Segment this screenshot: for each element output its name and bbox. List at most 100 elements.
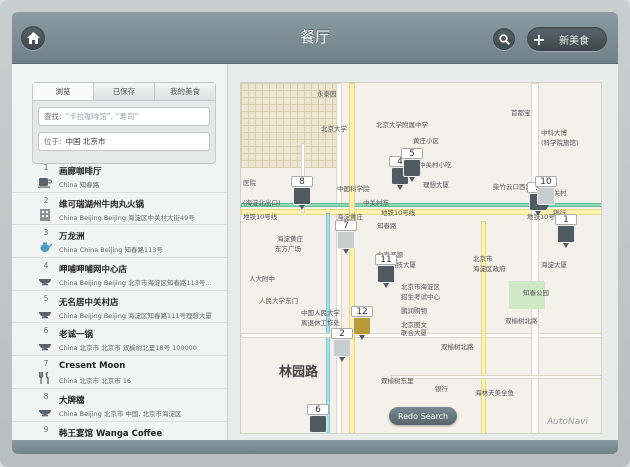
map-label: 双榆树北路 — [441, 343, 474, 351]
bowl-icon — [38, 336, 52, 351]
result-number: 8 — [43, 391, 49, 401]
map-label: 银行 — [435, 385, 448, 393]
redo-search-button[interactable]: Redo Search — [389, 407, 457, 425]
search-panel: 浏览 已保存 我的美食 查找: “卡拉咖啡馆”, “寿司” 位于: 中国 北京市 — [32, 82, 216, 164]
map-pin-5[interactable]: 5 — [401, 148, 423, 183]
app-header: 餐厅 + 新美食 — [12, 12, 618, 64]
bowl-icon — [38, 304, 52, 319]
result-number: 6 — [43, 326, 49, 336]
map-pin-6[interactable]: 6 — [307, 404, 329, 433]
search-button[interactable] — [493, 28, 515, 50]
result-row[interactable]: 3 万龙洲 China China Beijing 知春路113号 — [12, 225, 227, 259]
find-input[interactable]: 查找: “卡拉咖啡馆”, “寿司” — [38, 107, 210, 126]
result-number: 9 — [43, 424, 49, 434]
coffee-icon — [38, 173, 52, 188]
map-label: 海淀黄庄 — [277, 235, 303, 243]
result-row[interactable]: 1 画廊咖啡厅 China 知春路 — [12, 160, 227, 193]
bottom-bar — [12, 440, 618, 454]
map-pin-7[interactable]: 7 — [335, 220, 357, 255]
result-address: China Beijing Beijing 海淀区知春路111号理想大厦 — [59, 311, 212, 320]
map-view[interactable]: 永泰园 北京大学附属中学 黄庄小区 中科大博 (科学院旅馆) 首都宝 北京大学 … — [240, 82, 602, 434]
map-road — [391, 375, 601, 379]
tab-saved[interactable]: 已保存 — [94, 83, 155, 100]
map-pin-1[interactable]: 1 — [555, 214, 577, 249]
map-label: 中关村东 — [363, 199, 389, 207]
result-row[interactable]: 5 无名居中关村店 China Beijing Beijing 海淀区知春路111号… — [12, 291, 227, 324]
find-label: 查找: — [44, 112, 62, 121]
map-label: 联合大厦 — [401, 329, 427, 337]
pin-number: 10 — [535, 176, 557, 187]
map-label: 北京大学 — [321, 125, 347, 133]
pin-badge — [377, 265, 395, 283]
map-label: 理想大厦 — [423, 181, 449, 189]
result-row[interactable]: 9 韩王宴馆 Wanga Coffee — [12, 422, 227, 440]
pin-number: 7 — [335, 220, 357, 231]
teapot-icon — [38, 238, 53, 253]
result-row[interactable]: 6 老诚一锅 China 北京市 北京市 双榆树北里18号 100000 — [12, 323, 227, 357]
result-row[interactable]: 2 维可瑞湖州牛肉丸火锅 China Beijing Beijing 海淀区中关村大… — [12, 193, 227, 226]
search-icon — [498, 33, 510, 45]
map-label: (海淀北出口) — [243, 199, 281, 207]
result-name: 万龙洲 — [59, 232, 85, 243]
result-row[interactable]: 4 呷哺呷哺网中心店 China Beijing Beijing 北京市海淀区知春路… — [12, 258, 227, 291]
tab-my-food[interactable]: 我的美食 — [155, 83, 215, 100]
new-food-button[interactable]: + 新美食 — [527, 27, 607, 51]
map-label: 黄庄小区 — [413, 137, 439, 145]
map-label: 中关村小吃 — [419, 161, 452, 169]
map-label: 首都宝 — [511, 109, 531, 117]
pin-number: 6 — [307, 404, 329, 415]
map-label: 海淀区政府 — [473, 265, 506, 273]
result-number: 7 — [43, 359, 49, 369]
map-label: 地铁10号线 — [243, 213, 278, 221]
new-food-label: 新美食 — [559, 35, 589, 47]
map-attribution: AutoNavi — [547, 417, 588, 427]
utensils-icon — [38, 369, 52, 385]
search-tabs: 浏览 已保存 我的美食 — [33, 83, 215, 101]
map-label: 中国科学院 — [337, 185, 370, 193]
result-address: China Beijing 北京市 中国, 北京市海淀区 — [59, 409, 182, 418]
result-number: 3 — [43, 228, 49, 238]
pin-badge — [557, 225, 575, 243]
map-label: 东方广场 — [275, 245, 301, 253]
find-placeholder: “卡拉咖啡馆”, “寿司” — [65, 112, 139, 121]
map-label: (科学院旅馆) — [541, 139, 579, 147]
result-name: 韩王宴馆 Wanga Coffee — [59, 428, 163, 439]
map-pin-10[interactable]: 10 — [535, 176, 557, 211]
pin-badge — [353, 317, 371, 335]
result-name: 无名居中关村店 — [59, 297, 119, 308]
map-label: 永泰园 — [317, 90, 337, 98]
result-name: 老诚一锅 — [59, 330, 94, 341]
map-label: 北京市 — [473, 255, 493, 263]
location-input[interactable]: 位于: 中国 北京市 — [38, 132, 210, 151]
location-label: 位于: — [44, 137, 62, 146]
building-icon — [38, 206, 52, 221]
result-number: 1 — [43, 163, 49, 172]
map-label: 地铁10号线 — [381, 209, 416, 217]
map-label: 人民大学东门 — [259, 297, 298, 305]
pin-number: 12 — [351, 306, 373, 317]
bowl-icon — [38, 271, 52, 286]
map-label: 医院 — [243, 179, 256, 187]
map-pin-12[interactable]: 12 — [351, 306, 373, 341]
result-address: China 北京市 北京市 双榆树北里18号 100000 — [59, 344, 197, 353]
tab-browse[interactable]: 浏览 — [33, 83, 94, 100]
result-row[interactable]: 7 Cresent Moon China 北京市 北京市 16 — [12, 356, 227, 389]
map-pin-2[interactable]: 2 — [331, 328, 353, 363]
map-label: 北京大学附属中学 — [376, 121, 428, 129]
pin-number: 5 — [401, 148, 423, 159]
map-label: 知春路 — [377, 222, 397, 230]
result-address: China Beijing Beijing 海淀区中关村大街49号 — [59, 213, 195, 222]
result-name: 大牌檔 — [59, 395, 85, 406]
result-name: 画廊咖啡厅 — [59, 167, 102, 177]
map-road — [531, 83, 539, 433]
result-row[interactable]: 8 大牌檔 China Beijing 北京市 中国, 北京市海淀区 — [12, 389, 227, 422]
map-pin-8[interactable]: 8 — [291, 176, 313, 211]
result-number: 5 — [43, 293, 49, 303]
map-label: 离退休工作处 — [301, 319, 340, 327]
pin-number: 8 — [291, 176, 313, 187]
result-name: 呷哺呷哺网中心店 — [59, 265, 128, 276]
map-label: 海淀大厦 — [541, 261, 567, 269]
bowl-icon — [38, 402, 52, 417]
pin-badge — [537, 187, 555, 205]
map-pin-11[interactable]: 11 — [375, 254, 397, 289]
